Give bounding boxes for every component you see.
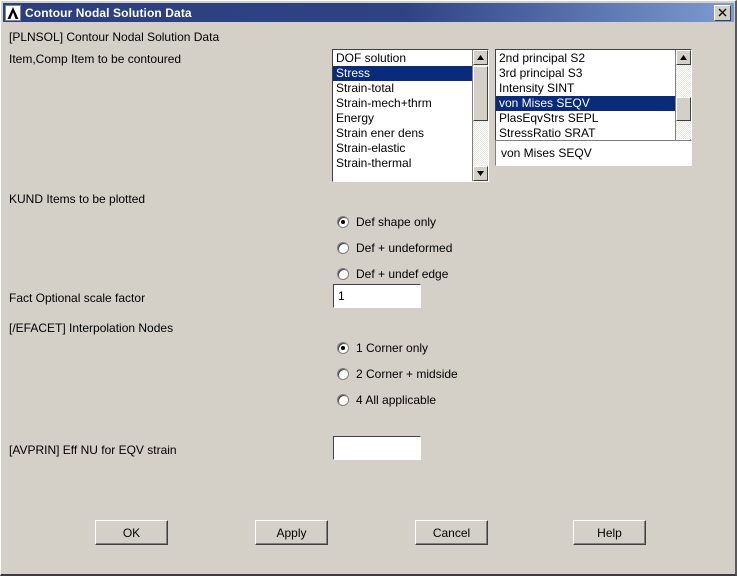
- dialog-body: [PLNSOL] Contour Nodal Solution Data Ite…: [3, 22, 734, 572]
- scroll-up-icon[interactable]: [473, 50, 488, 65]
- list-item[interactable]: Strain ener dens: [333, 126, 472, 141]
- list-item[interactable]: Stress: [333, 66, 472, 81]
- radio-corner-midside[interactable]: 2 Corner + midside: [337, 367, 458, 381]
- radio-icon[interactable]: [337, 242, 349, 254]
- list-item[interactable]: Intensity SINT: [496, 81, 675, 96]
- cancel-button[interactable]: Cancel: [415, 520, 488, 545]
- comp-listbox-items[interactable]: 2nd principal S2 3rd principal S3 Intens…: [496, 50, 675, 154]
- list-item[interactable]: StressRatio SRAT: [496, 126, 675, 141]
- window-title: Contour Nodal Solution Data: [25, 5, 192, 20]
- radio-corner-only[interactable]: 1 Corner only: [337, 341, 428, 355]
- radio-icon[interactable]: [337, 216, 349, 228]
- scale-factor-input[interactable]: 1: [333, 284, 421, 308]
- radio-label: Def shape only: [356, 215, 437, 229]
- radio-label: 2 Corner + midside: [356, 367, 458, 381]
- list-item[interactable]: 3rd principal S3: [496, 66, 675, 81]
- radio-label: 4 All applicable: [356, 393, 437, 407]
- help-button[interactable]: Help: [573, 520, 646, 545]
- avprin-label: [AVPRIN] Eff NU for EQV strain: [9, 443, 177, 457]
- radio-icon[interactable]: [337, 268, 349, 280]
- scroll-up-icon[interactable]: [676, 50, 691, 65]
- radio-def-undef-edge[interactable]: Def + undef edge: [337, 267, 448, 281]
- radio-label: Def + undeformed: [356, 241, 453, 255]
- fact-label: Fact Optional scale factor: [9, 291, 146, 305]
- close-icon[interactable]: [714, 4, 731, 21]
- list-item[interactable]: von Mises SEQV: [496, 96, 675, 111]
- scrollbar-thumb[interactable]: [676, 97, 691, 121]
- item-listbox-items[interactable]: DOF solution Stress Strain-total Strain-…: [333, 50, 472, 181]
- apply-button[interactable]: Apply: [255, 520, 328, 545]
- radio-all-applicable[interactable]: 4 All applicable: [337, 393, 436, 407]
- ok-button[interactable]: OK: [95, 520, 168, 545]
- list-item[interactable]: Strain-mech+thrm: [333, 96, 472, 111]
- list-item[interactable]: 2nd principal S2: [496, 51, 675, 66]
- ansys-logo-icon: [5, 4, 21, 21]
- selection-readout: von Mises SEQV: [495, 140, 692, 166]
- radio-def-shape-only[interactable]: Def shape only: [337, 215, 436, 229]
- list-item[interactable]: Energy: [333, 111, 472, 126]
- list-item[interactable]: Strain-total: [333, 81, 472, 96]
- item-listbox[interactable]: DOF solution Stress Strain-total Strain-…: [332, 49, 489, 182]
- item-listbox-scrollbar[interactable]: [472, 50, 488, 181]
- kund-label: KUND Items to be plotted: [9, 192, 146, 206]
- radio-icon[interactable]: [337, 368, 349, 380]
- eff-nu-input[interactable]: [333, 436, 421, 460]
- scrollbar-thumb[interactable]: [473, 66, 488, 121]
- radio-label: Def + undef edge: [356, 267, 449, 281]
- radio-label: 1 Corner only: [356, 341, 429, 355]
- comp-listbox-scrollbar[interactable]: [675, 50, 691, 154]
- list-item[interactable]: Strain-thermal: [333, 156, 472, 171]
- list-item[interactable]: DOF solution: [333, 51, 472, 66]
- efacet-label: [/EFACET] Interpolation Nodes: [9, 321, 174, 335]
- titlebar[interactable]: Contour Nodal Solution Data: [3, 3, 734, 22]
- scroll-down-icon[interactable]: [473, 166, 488, 181]
- radio-icon[interactable]: [337, 342, 349, 354]
- radio-def-undeformed[interactable]: Def + undeformed: [337, 241, 452, 255]
- item-comp-label: Item,Comp Item to be contoured: [9, 52, 182, 66]
- list-item[interactable]: PlasEqvStrs SEPL: [496, 111, 675, 126]
- command-label: [PLNSOL] Contour Nodal Solution Data: [9, 30, 220, 44]
- radio-icon[interactable]: [337, 394, 349, 406]
- list-item[interactable]: Strain-elastic: [333, 141, 472, 156]
- contour-nodal-solution-dialog: Contour Nodal Solution Data [PLNSOL] Con…: [0, 0, 737, 576]
